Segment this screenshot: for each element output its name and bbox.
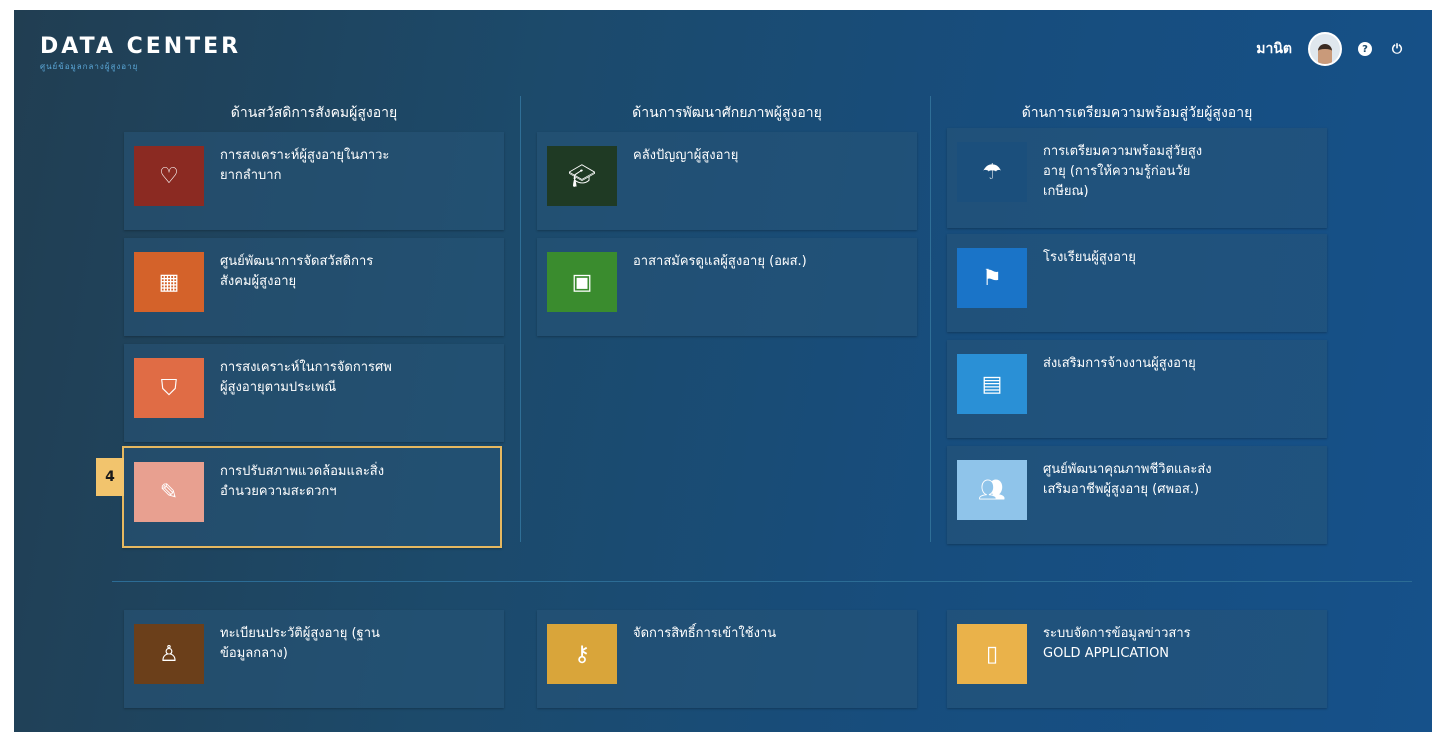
- tile-elderly-registry[interactable]: ♙ ทะเบียนประวัติผู้สูงอายุ (ฐาน ข้อมูลกล…: [124, 610, 504, 708]
- heart-icon: ♡: [134, 146, 204, 206]
- user-toolbar: มานิต ? ⏻: [1256, 32, 1406, 66]
- user-name[interactable]: มานิต: [1256, 38, 1292, 60]
- column-title-welfare: ด้านสวัสดิการสังคมผู้สูงอายุ: [230, 105, 398, 121]
- tile-label: ส่งเสริมการจ้างงานผู้สูงอายุ: [1043, 356, 1196, 371]
- tile-elderly-wisdom-bank[interactable]: 🎓︎ คลังปัญญาผู้สูงอายุ: [537, 132, 917, 230]
- avatar-photo: [1318, 44, 1332, 64]
- tile-label: คลังปัญญาผู้สูงอายุ: [633, 148, 739, 163]
- tile-label: ระบบจัดการข้อมูลข่าวสาร GOLD APPLICATION: [1043, 626, 1191, 661]
- help-icon[interactable]: ?: [1358, 42, 1372, 56]
- tile-label: การสงเคราะห์ผู้สูงอายุในภาวะ ยากลำบาก: [220, 148, 390, 183]
- power-icon[interactable]: ⏻: [1388, 40, 1406, 58]
- mobile-icon: ▯: [957, 624, 1027, 684]
- graduation-cap-icon: 🎓︎: [547, 146, 617, 206]
- column-divider: [930, 96, 931, 542]
- tile-label: การเตรียมความพร้อมสู่วัยสูง อายุ (การให้…: [1043, 144, 1203, 199]
- key-icon: ⚷: [547, 624, 617, 684]
- bookmark-icon: ⛉: [134, 358, 204, 418]
- tile-elderly-hardship-aid[interactable]: ♡ การสงเคราะห์ผู้สูงอายุในภาวะ ยากลำบาก: [124, 132, 504, 230]
- brand: DATA CENTER ศูนย์ข้อมูลกลางผู้สูงอายุ: [40, 34, 241, 73]
- flag-icon: ⚑: [957, 248, 1027, 308]
- column-title-potential: ด้านการพัฒนาศักยภาพผู้สูงอายุ: [632, 105, 822, 121]
- tile-funeral-aid[interactable]: ⛉ การสงเคราะห์ในการจัดการศพ ผู้สูงอายุตา…: [124, 344, 504, 442]
- person-pin-icon: ♙: [134, 624, 204, 684]
- selection-badge: 4: [96, 458, 124, 496]
- avatar[interactable]: [1308, 32, 1342, 66]
- column-divider: [520, 96, 521, 542]
- tile-label: ศูนย์พัฒนาคุณภาพชีวิตและส่ง เสริมอาชีพผู…: [1043, 462, 1212, 497]
- id-card-icon: ▣: [547, 252, 617, 312]
- tile-label: ศูนย์พัฒนาการจัดสวัสดิการ สังคมผู้สูงอาย…: [220, 254, 374, 289]
- people-icon: 👥︎: [957, 460, 1027, 520]
- brand-subtitle: ศูนย์ข้อมูลกลางผู้สูงอายุ: [40, 62, 139, 71]
- tile-label: อาสาสมัครดูแลผู้สูงอายุ (อผส.): [633, 254, 807, 269]
- brand-title: DATA CENTER: [40, 34, 242, 59]
- tile-welfare-development-center[interactable]: ▦ ศูนย์พัฒนาการจัดสวัสดิการ สังคมผู้สูงอ…: [124, 238, 504, 336]
- tile-quality-of-life-center[interactable]: 👥︎ ศูนย์พัฒนาคุณภาพชีวิตและส่ง เสริมอาชี…: [947, 446, 1327, 544]
- tile-label: ทะเบียนประวัติผู้สูงอายุ (ฐาน ข้อมูลกลาง…: [220, 626, 380, 661]
- briefcase-icon: ▤: [957, 354, 1027, 414]
- wrench-icon: ✎: [134, 462, 204, 522]
- tile-access-rights[interactable]: ⚷ จัดการสิทธิ์การเข้าใช้งาน: [537, 610, 917, 708]
- data-center-dashboard: DATA CENTER ศูนย์ข้อมูลกลางผู้สูงอายุ มา…: [14, 10, 1432, 732]
- tile-label: โรงเรียนผู้สูงอายุ: [1043, 250, 1136, 265]
- tile-label: การปรับสภาพแวดล้อมและสิ่ง อำนวยความสะดวก…: [220, 464, 385, 499]
- umbrella-icon: ☂: [957, 142, 1027, 202]
- tile-gold-application[interactable]: ▯ ระบบจัดการข้อมูลข่าวสาร GOLD APPLICATI…: [947, 610, 1327, 708]
- tile-environment-adjustment[interactable]: ✎ การปรับสภาพแวดล้อมและสิ่ง อำนวยความสะด…: [122, 446, 502, 548]
- tile-label: จัดการสิทธิ์การเข้าใช้งาน: [633, 626, 777, 641]
- building-icon: ▦: [134, 252, 204, 312]
- tile-label: การสงเคราะห์ในการจัดการศพ ผู้สูงอายุตามป…: [220, 360, 392, 395]
- column-title-preparation: ด้านการเตรียมความพร้อมสู่วัยผู้สูงอายุ: [1021, 105, 1253, 121]
- section-divider: [112, 581, 1412, 582]
- tile-elderly-employment[interactable]: ▤ ส่งเสริมการจ้างงานผู้สูงอายุ: [947, 340, 1327, 438]
- tile-elderly-school[interactable]: ⚑ โรงเรียนผู้สูงอายุ: [947, 234, 1327, 332]
- tile-elderly-care-volunteers[interactable]: ▣ อาสาสมัครดูแลผู้สูงอายุ (อผส.): [537, 238, 917, 336]
- tile-pre-aging-preparation[interactable]: ☂ การเตรียมความพร้อมสู่วัยสูง อายุ (การใ…: [947, 128, 1327, 228]
